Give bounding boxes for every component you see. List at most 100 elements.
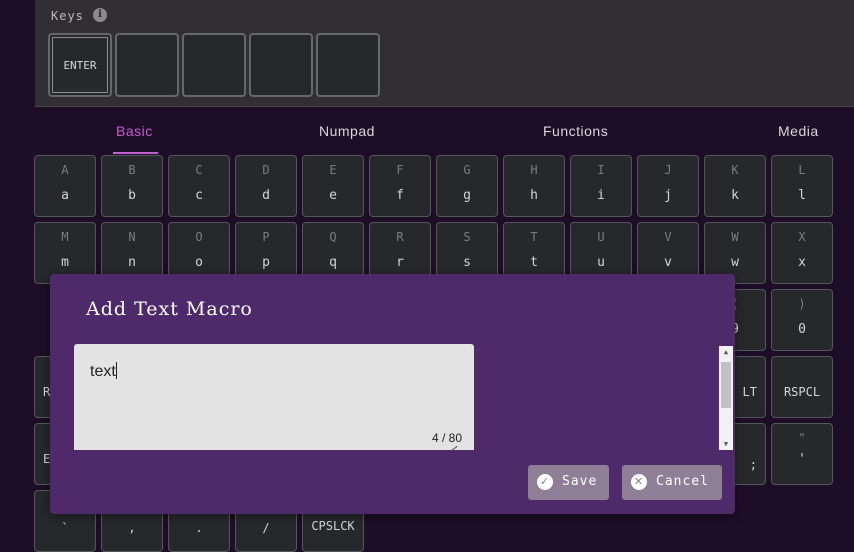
- key-label: ;: [749, 458, 757, 472]
- keys-panel: Keys i ENTER: [35, 0, 854, 107]
- key-shift-label: D: [262, 163, 270, 177]
- key-slot-2[interactable]: [115, 33, 179, 97]
- key-main-label: i: [597, 188, 605, 203]
- character-count: 4 / 80: [431, 431, 462, 445]
- key-shift-label: T: [530, 230, 538, 244]
- tab-basic[interactable]: Basic: [116, 123, 153, 139]
- key-l[interactable]: Ll: [771, 155, 833, 217]
- key-shift-label: Q: [329, 230, 337, 244]
- key-shift-label: B: [128, 163, 136, 177]
- key-label: LT: [742, 385, 757, 399]
- key-main-label: a: [61, 188, 69, 203]
- key-main-label: b: [128, 188, 136, 203]
- key-shift-label: O: [195, 230, 203, 244]
- cancel-button[interactable]: ✕ Cancel: [622, 465, 722, 500]
- key-shift-label: M: [61, 230, 69, 244]
- key-main-label: n: [128, 255, 136, 270]
- key-shift-label: V: [664, 230, 672, 244]
- key-slot-1[interactable]: ENTER: [48, 33, 112, 97]
- key-label: RSPCL: [783, 385, 821, 399]
- key-main-label: p: [262, 255, 270, 270]
- key-shift-label: A: [61, 163, 69, 177]
- tab-active-indicator: [113, 152, 158, 154]
- key-main-label: 0: [798, 322, 806, 337]
- tab-media[interactable]: Media: [778, 123, 819, 139]
- key-main-label: v: [664, 255, 672, 270]
- key-shift-label: N: [128, 230, 136, 244]
- key-b[interactable]: Bb: [101, 155, 163, 217]
- key-0[interactable]: ) 0: [771, 289, 833, 351]
- key-main-label: e: [329, 188, 337, 203]
- key-main-label: l: [798, 188, 806, 203]
- key-shift-label: X: [798, 230, 806, 244]
- key-main-label: t: [530, 255, 538, 270]
- cancel-button-label: Cancel: [656, 474, 709, 489]
- key-a[interactable]: Aa: [34, 155, 96, 217]
- key-e[interactable]: Ee: [302, 155, 364, 217]
- tab-functions[interactable]: Functions: [543, 123, 608, 139]
- key-shift-label: W: [731, 230, 739, 244]
- dialog-title: Add Text Macro: [86, 298, 253, 320]
- key-shift-label: C: [195, 163, 203, 177]
- key-j[interactable]: Jj: [637, 155, 699, 217]
- info-icon[interactable]: i: [93, 8, 107, 22]
- key-main-label: j: [664, 188, 672, 203]
- key-shift-label: J: [664, 163, 672, 177]
- key-main-label: u: [597, 255, 605, 270]
- key-c[interactable]: Cc: [168, 155, 230, 217]
- key-shift-label: S: [463, 230, 471, 244]
- dialog-scrollbar[interactable]: ▲ ▼: [719, 346, 733, 450]
- key-shift-label: H: [530, 163, 538, 177]
- keys-title: Keys: [51, 9, 84, 23]
- key-shift-label: ": [798, 431, 806, 445]
- key-main-label: c: [195, 188, 203, 203]
- key-main-label: h: [530, 188, 538, 203]
- key-main-label: k: [731, 188, 739, 203]
- tab-numpad[interactable]: Numpad: [319, 123, 375, 139]
- key-slot-label: ENTER: [63, 59, 97, 72]
- key-rspcl[interactable]: RSPCL: [771, 356, 833, 418]
- key-main-label: s: [463, 255, 471, 270]
- key-x[interactable]: Xx: [771, 222, 833, 284]
- key-shift-label: G: [463, 163, 471, 177]
- macro-text-input[interactable]: text 4 / 80: [74, 344, 474, 455]
- add-text-macro-dialog: Add Text Macro text 4 / 80 ▲ ▼ ✓ Save ✕ …: [50, 274, 735, 514]
- key-shift-label: L: [798, 163, 806, 177]
- key-g[interactable]: Gg: [436, 155, 498, 217]
- key-slot-3[interactable]: [182, 33, 246, 97]
- save-button-label: Save: [562, 474, 598, 489]
- key-main-label: x: [798, 255, 806, 270]
- key-shift-label: K: [731, 163, 739, 177]
- key-d[interactable]: Dd: [235, 155, 297, 217]
- key-main-label: o: [195, 255, 203, 270]
- key-shift-label: F: [396, 163, 404, 177]
- scroll-down-icon[interactable]: ▼: [719, 438, 733, 450]
- key-i[interactable]: Ii: [570, 155, 632, 217]
- key-main-label: ': [798, 452, 806, 467]
- key-main-label: f: [396, 188, 404, 203]
- resize-grip-icon[interactable]: [450, 445, 460, 455]
- key-h[interactable]: Hh: [503, 155, 565, 217]
- key-shift-label: P: [262, 230, 270, 244]
- key-shift-label: U: [597, 230, 605, 244]
- key-label: .: [195, 521, 203, 535]
- check-circle-icon: ✓: [537, 474, 553, 490]
- scroll-up-icon[interactable]: ▲: [719, 346, 733, 358]
- key-label: CPSLCK: [311, 519, 355, 533]
- save-button[interactable]: ✓ Save: [528, 465, 609, 500]
- key-main-label: g: [463, 188, 471, 203]
- key-quote[interactable]: " ': [771, 423, 833, 485]
- key-slot-4[interactable]: [249, 33, 313, 97]
- key-k[interactable]: Kk: [704, 155, 766, 217]
- close-circle-icon: ✕: [631, 474, 647, 490]
- key-shift-label: R: [396, 230, 404, 244]
- text-caret: [115, 362, 117, 379]
- key-label: ,: [128, 521, 136, 535]
- key-f[interactable]: Ff: [369, 155, 431, 217]
- key-shift-label: I: [597, 163, 605, 177]
- key-slot-5[interactable]: [316, 33, 380, 97]
- key-shift-label: E: [329, 163, 337, 177]
- key-shift-label: ): [798, 297, 806, 311]
- key-main-label: m: [61, 255, 69, 270]
- scrollbar-thumb[interactable]: [721, 362, 731, 408]
